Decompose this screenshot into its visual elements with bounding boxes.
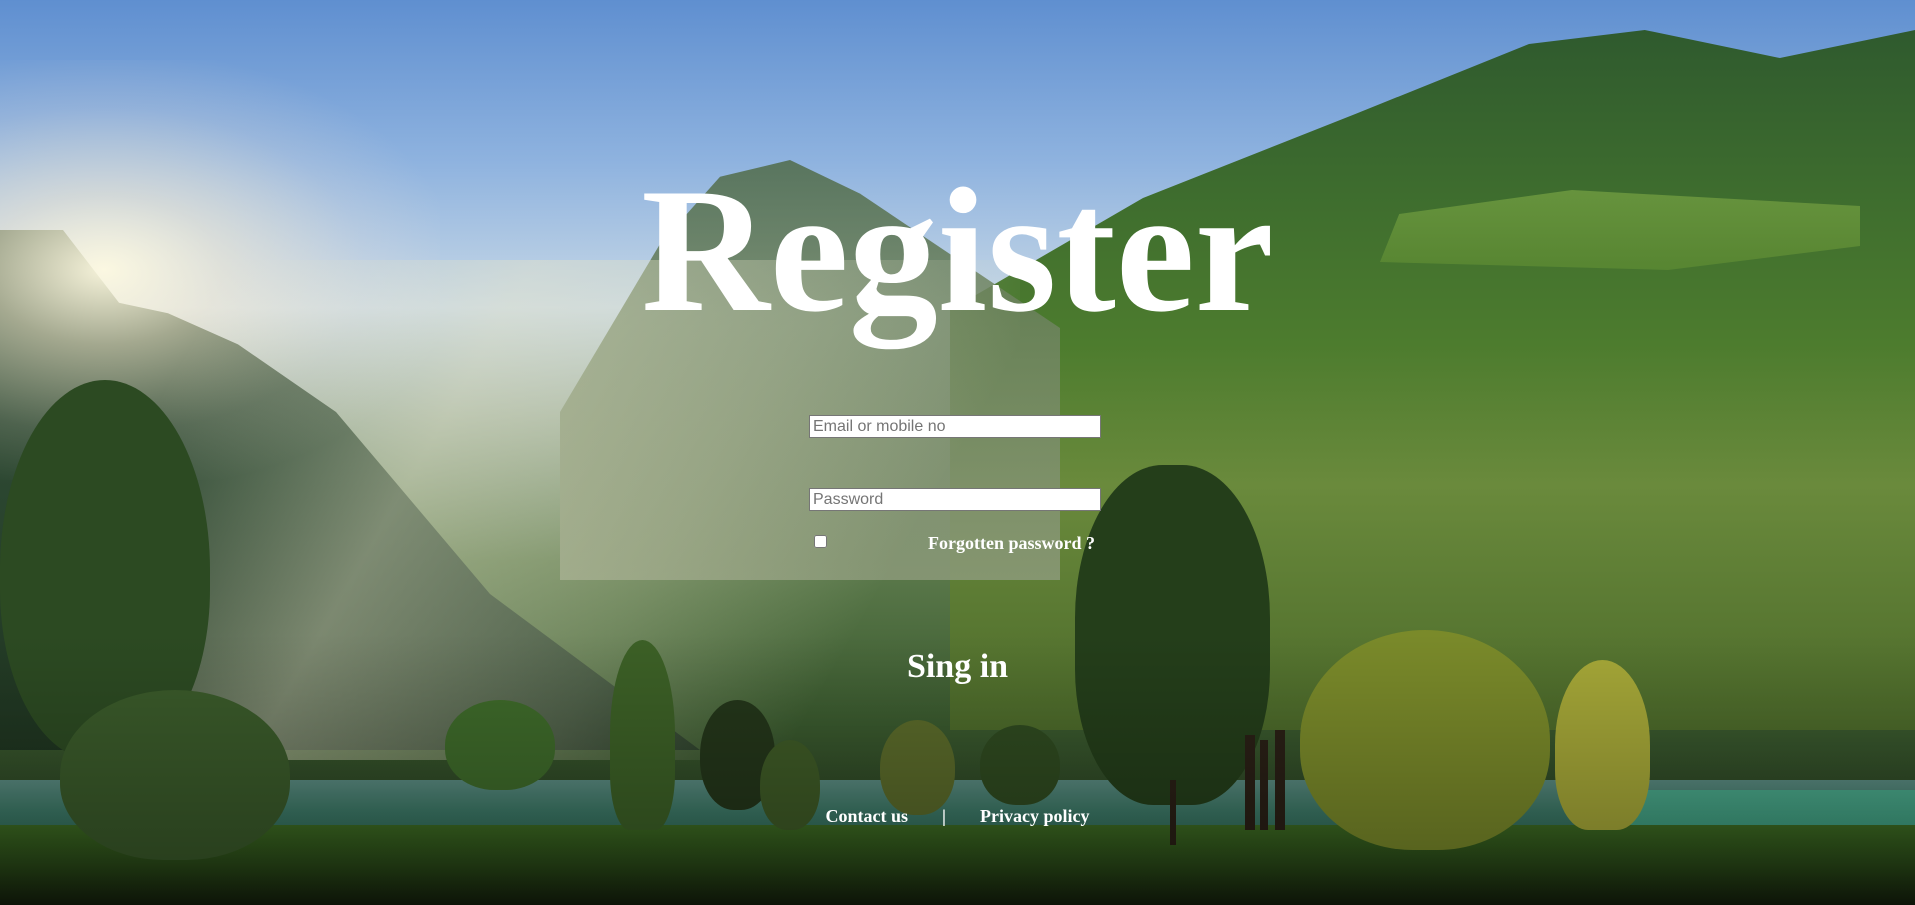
- signin-button[interactable]: Sing in: [0, 648, 1915, 686]
- background-landscape-image: [0, 0, 1915, 905]
- footer: Contact us | Privacy policy: [0, 806, 1915, 827]
- remember-checkbox[interactable]: [814, 535, 827, 548]
- bottom-vignette: [0, 0, 1915, 905]
- email-field[interactable]: [809, 415, 1101, 438]
- contact-us-link[interactable]: Contact us: [826, 806, 909, 826]
- forgot-password-link[interactable]: Forgotten password ?: [928, 533, 1095, 554]
- privacy-policy-link[interactable]: Privacy policy: [980, 806, 1089, 826]
- page-title: Register: [641, 151, 1274, 349]
- password-field[interactable]: [809, 488, 1101, 511]
- footer-separator: |: [942, 806, 946, 826]
